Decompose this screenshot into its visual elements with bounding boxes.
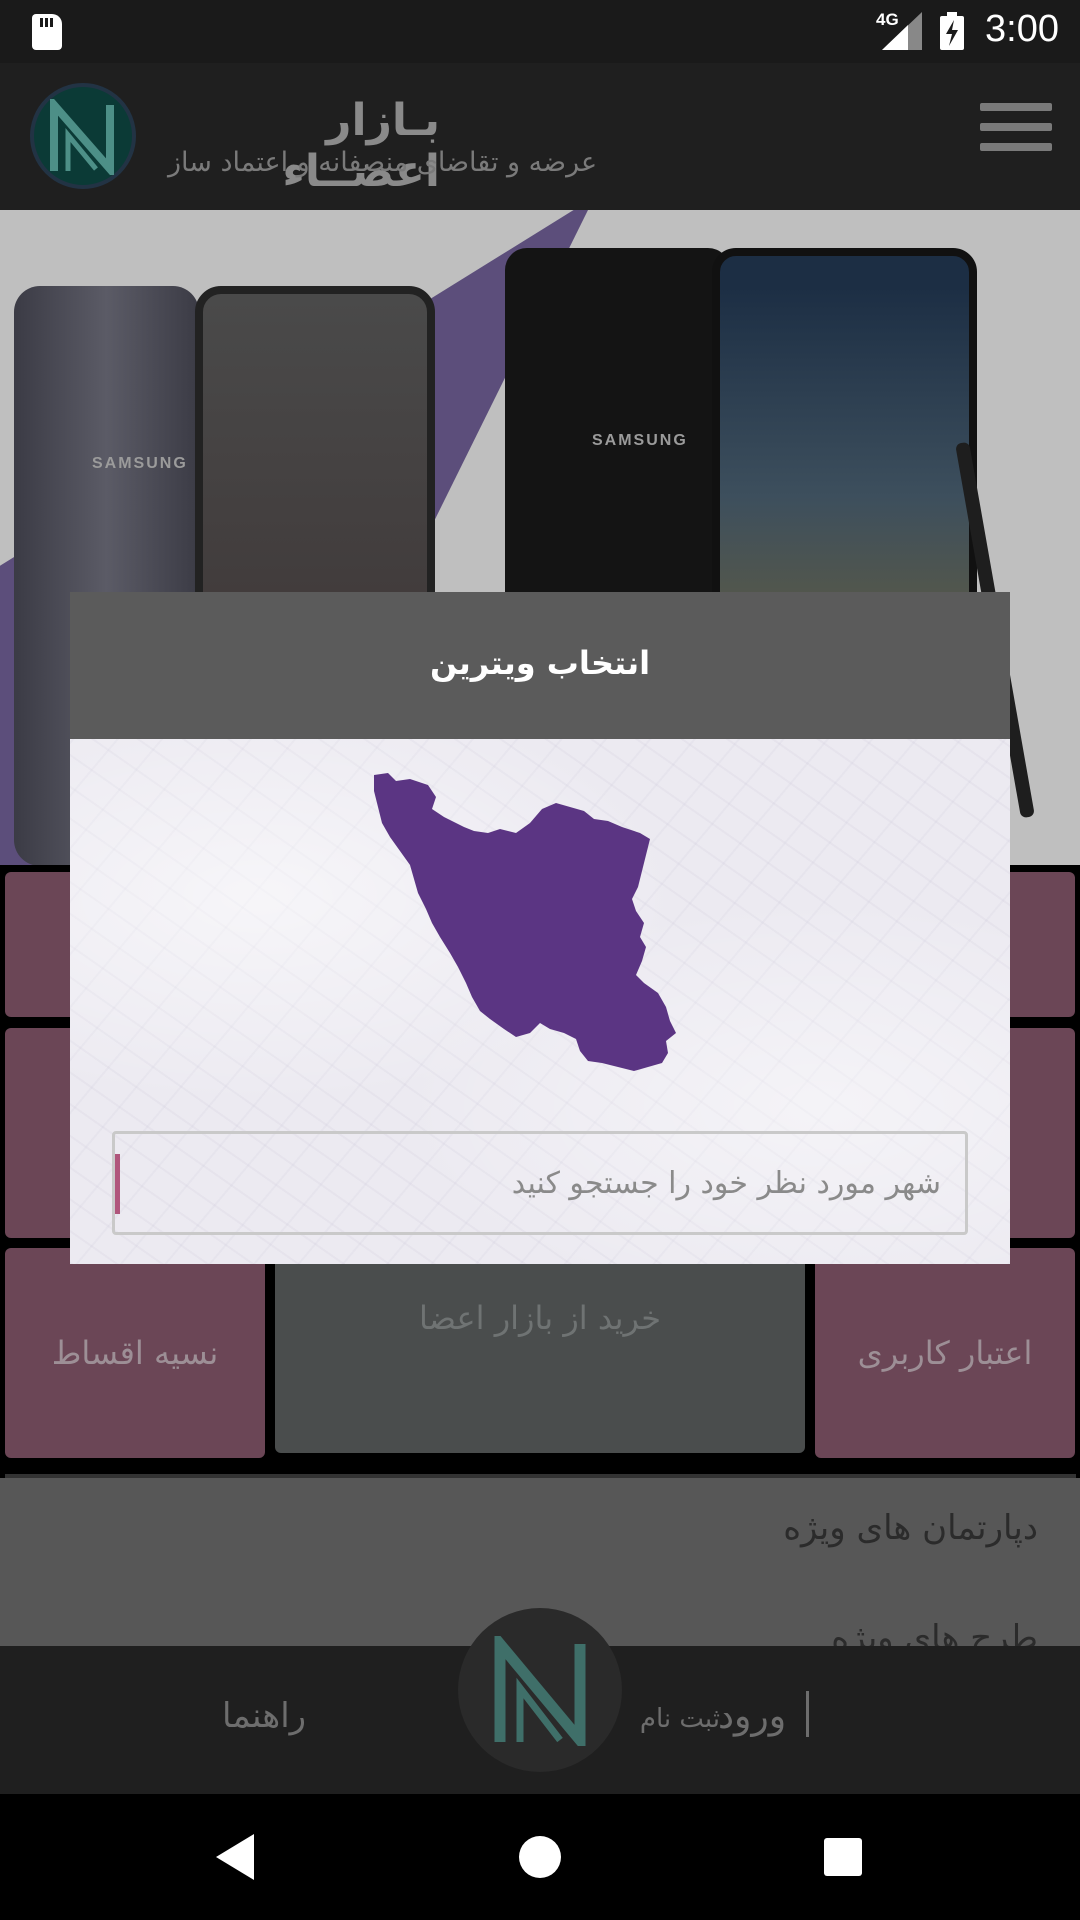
login-button[interactable]: ورود (718, 1696, 786, 1737)
recent-apps-icon[interactable] (824, 1838, 862, 1876)
dialog-header: انتخاب ویترین (70, 592, 1010, 739)
dialog-title: انتخاب ویترین (429, 644, 651, 682)
city-search-input[interactable] (123, 1134, 953, 1232)
brand-title: بـازار اعضــاء (282, 95, 440, 197)
brand-mark: SAMSUNG (92, 455, 188, 472)
status-bar: 4G 3:00 (0, 0, 1080, 63)
logo-mark-icon (494, 1636, 586, 1746)
city-search-field[interactable] (112, 1131, 968, 1235)
dialog-body (70, 739, 1010, 1264)
user-credit-tile[interactable]: اعتبار کاربری (815, 1248, 1075, 1458)
special-plans-link[interactable]: طرح های ویژه (831, 1618, 1038, 1646)
home-icon[interactable] (519, 1836, 561, 1878)
buy-from-market-tile[interactable]: خرید از بازار اعضا (275, 1248, 805, 1453)
hamburger-menu-icon[interactable] (980, 103, 1052, 159)
brand-mark: SAMSUNG (592, 432, 688, 449)
logo-mark-icon (50, 99, 114, 175)
buy-from-market-label: خرید از بازار اعضا (419, 1298, 661, 1337)
battery-charging-icon (940, 12, 964, 50)
app-logo[interactable] (30, 83, 136, 189)
back-icon[interactable] (216, 1834, 254, 1880)
clock: 3:00 (985, 8, 1059, 50)
installments-tile[interactable]: نسیه اقساط (5, 1248, 265, 1458)
installments-label: نسیه اقساط (51, 1334, 219, 1372)
register-button[interactable]: ثبت نام (640, 1704, 720, 1734)
special-departments-link[interactable]: دپارتمان های ویژه (783, 1508, 1038, 1548)
system-navigation-bar (0, 1794, 1080, 1920)
brand-subtitle: عرضه و تقاضای منصفانه و اعتماد ساز (168, 147, 598, 178)
guide-button[interactable]: راهنما (222, 1696, 306, 1736)
login-register-separator (806, 1691, 809, 1737)
user-credit-label: اعتبار کاربری (857, 1334, 1033, 1372)
app-header: بـازار اعضــاء عرضه و تقاضای منصفانه و ا… (0, 63, 1080, 210)
home-logo-button[interactable] (458, 1608, 622, 1772)
signal-icon (882, 12, 922, 50)
iran-map-icon (374, 773, 676, 1071)
sd-card-icon (32, 14, 62, 50)
select-showcase-dialog: انتخاب ویترین (70, 592, 1010, 1264)
text-cursor (115, 1154, 120, 1214)
